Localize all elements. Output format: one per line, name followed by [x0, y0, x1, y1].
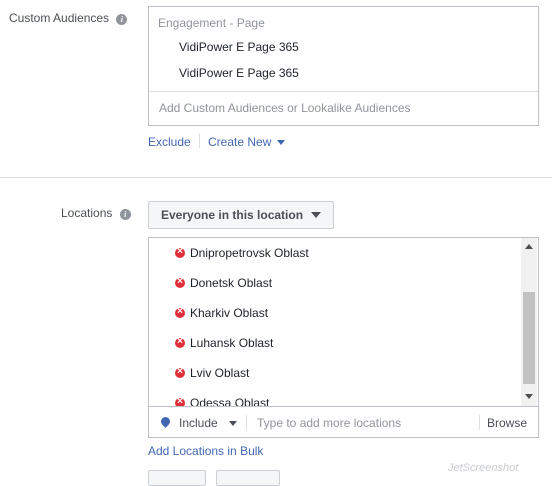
- location-type-dropdown[interactable]: Everyone in this location: [148, 201, 334, 229]
- chevron-down-icon: [311, 212, 321, 218]
- location-name: Lviv Oblast: [190, 366, 250, 380]
- remove-location-icon[interactable]: [175, 366, 185, 378]
- link-separator: [199, 133, 200, 148]
- locations-label-text: Locations: [61, 206, 113, 220]
- remove-location-icon[interactable]: [175, 396, 185, 406]
- location-search-input[interactable]: Type to add more locations: [257, 416, 401, 430]
- location-item[interactable]: Donetsk Oblast: [149, 273, 519, 303]
- divider: [149, 91, 538, 92]
- create-new-link[interactable]: Create New: [208, 135, 285, 149]
- section-divider: [0, 177, 552, 178]
- location-item[interactable]: Lviv Oblast: [149, 363, 519, 393]
- remove-location-icon[interactable]: [175, 276, 185, 288]
- remove-location-icon[interactable]: [175, 336, 185, 348]
- divider: [149, 406, 538, 407]
- scrollbar-thumb[interactable]: [523, 292, 535, 384]
- custom-audiences-box[interactable]: Engagement - Page VidiPower E Page 365 V…: [148, 6, 539, 126]
- location-type-value: Everyone in this location: [161, 208, 304, 222]
- include-label: Include: [179, 416, 218, 430]
- separator: [479, 415, 480, 430]
- location-name: Kharkiv Oblast: [190, 306, 269, 320]
- custom-audiences-label: Custom Audiences i: [9, 11, 128, 25]
- location-item[interactable]: Luhansk Oblast: [149, 333, 519, 363]
- include-dropdown[interactable]: Include: [159, 415, 249, 433]
- watermark: JetScreenshot: [448, 462, 519, 474]
- info-icon[interactable]: i: [119, 209, 131, 220]
- location-item[interactable]: Odessa Oblast: [149, 393, 519, 406]
- custom-audiences-label-text: Custom Audiences: [9, 11, 110, 25]
- exclude-link[interactable]: Exclude: [148, 135, 191, 149]
- location-item[interactable]: Kharkiv Oblast: [149, 303, 519, 333]
- location-pin-icon: [159, 415, 172, 428]
- location-name: Odessa Oblast: [190, 396, 270, 406]
- separator: [246, 415, 247, 430]
- chevron-down-icon: [276, 140, 285, 146]
- locations-box: Dnipropetrovsk Oblast Donetsk Oblast Kha…: [148, 237, 539, 438]
- location-item[interactable]: Dnipropetrovsk Oblast: [149, 243, 519, 273]
- browse-button[interactable]: Browse: [487, 416, 527, 430]
- scroll-down-icon[interactable]: [525, 394, 533, 399]
- audience-search-input[interactable]: Add Custom Audiences or Lookalike Audien…: [159, 101, 411, 115]
- partial-button[interactable]: [148, 470, 206, 486]
- audience-item[interactable]: VidiPower E Page 365: [179, 40, 299, 54]
- scroll-up-icon[interactable]: [525, 244, 533, 249]
- location-name: Donetsk Oblast: [190, 276, 273, 290]
- remove-location-icon[interactable]: [175, 306, 185, 318]
- location-name: Dnipropetrovsk Oblast: [190, 246, 309, 260]
- audience-item[interactable]: VidiPower E Page 365: [179, 66, 299, 80]
- locations-list[interactable]: Dnipropetrovsk Oblast Donetsk Oblast Kha…: [149, 238, 521, 406]
- audience-group-heading: Engagement - Page: [158, 16, 265, 30]
- scrollbar[interactable]: [521, 238, 537, 406]
- location-name: Luhansk Oblast: [190, 336, 274, 350]
- locations-label: Locations i: [61, 206, 131, 220]
- create-new-label: Create New: [208, 135, 272, 149]
- info-icon[interactable]: i: [116, 14, 128, 25]
- add-locations-bulk-link[interactable]: Add Locations in Bulk: [148, 444, 263, 458]
- remove-location-icon[interactable]: [175, 246, 185, 258]
- chevron-down-icon: [229, 421, 237, 426]
- partial-button[interactable]: [216, 470, 280, 486]
